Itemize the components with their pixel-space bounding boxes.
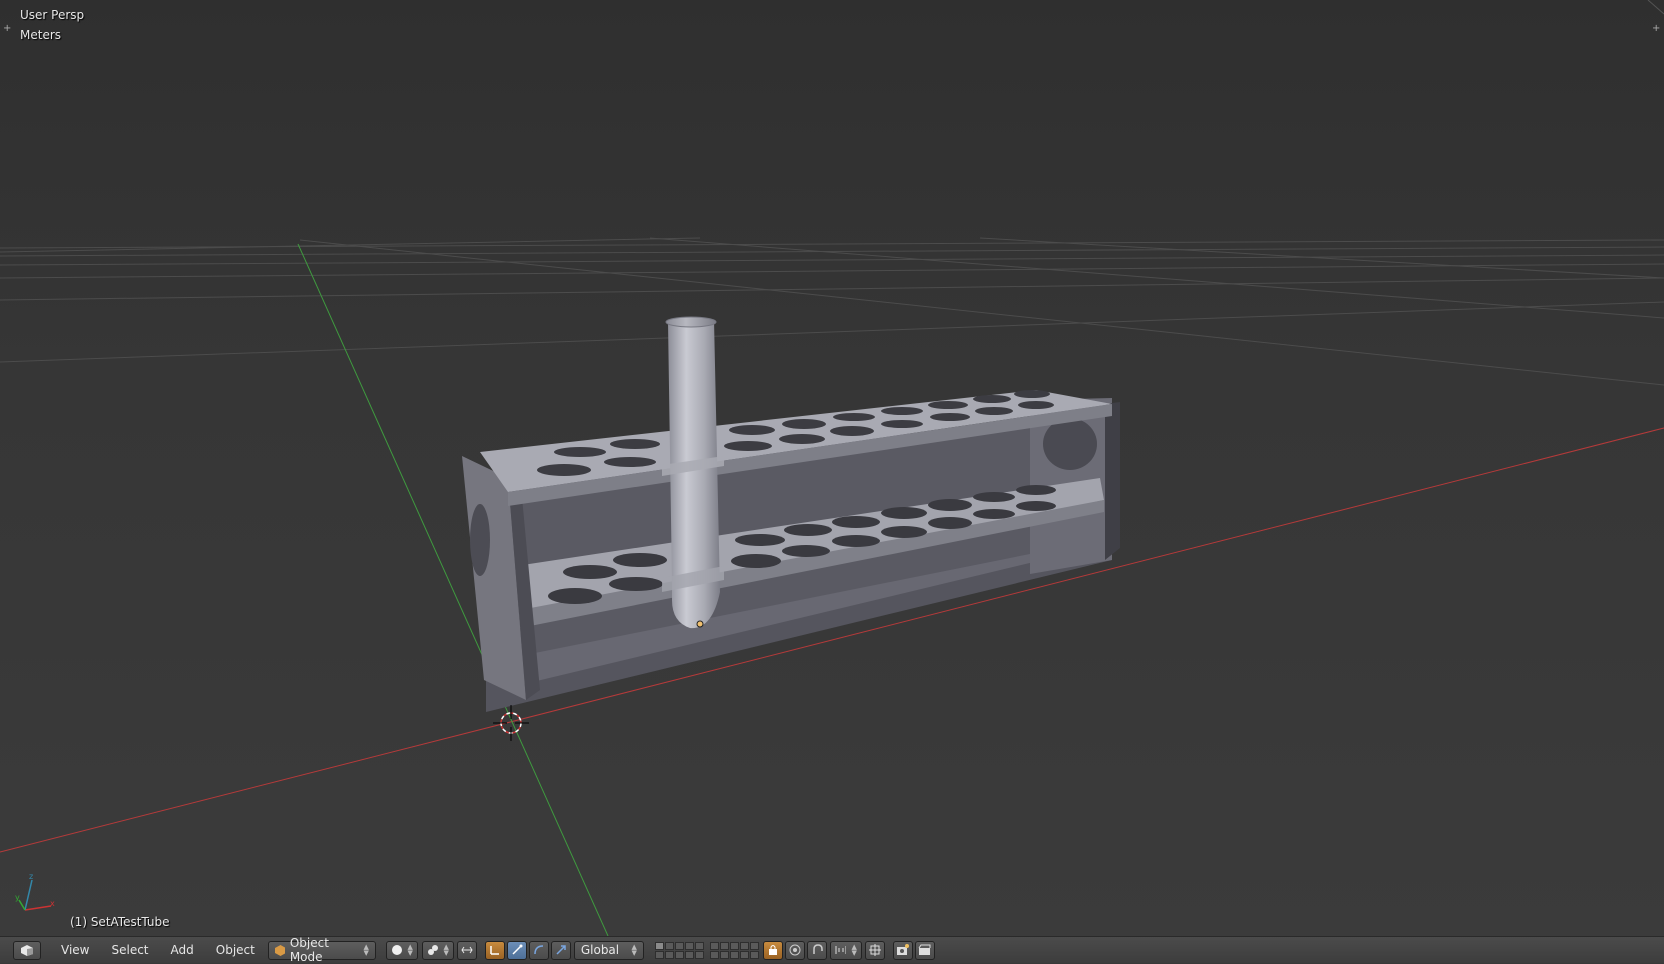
- menu-object[interactable]: Object: [205, 940, 266, 960]
- layer-6-button[interactable]: [709, 941, 719, 950]
- solid-shading-icon: [391, 945, 402, 955]
- menu-view[interactable]: View: [50, 940, 100, 960]
- layer-13-button[interactable]: [674, 950, 684, 959]
- svg-text:y: y: [15, 893, 20, 902]
- layer-8-button[interactable]: [729, 941, 739, 950]
- pivot-point-icon: [427, 945, 438, 955]
- layer-2-button[interactable]: [664, 941, 674, 950]
- arrow-manipulator-icon[interactable]: [550, 940, 571, 960]
- scale-manipulator-icon[interactable]: [528, 940, 549, 960]
- transform-orientation-dropdown[interactable]: Global ▲ ▼: [573, 940, 644, 960]
- snap-element-dropdown[interactable]: ▲ ▼: [829, 940, 862, 960]
- layer-buttons-2[interactable]: [709, 941, 759, 959]
- editor-type-icon[interactable]: [13, 940, 41, 960]
- menu-select[interactable]: Select: [100, 940, 159, 960]
- proportional-editing-icon[interactable]: [784, 940, 805, 960]
- axis-gizmo-icon: x z y: [15, 872, 55, 911]
- layer-15-button[interactable]: [694, 950, 704, 959]
- translate-manipulator-icon[interactable]: [484, 940, 505, 960]
- svg-text:z: z: [29, 872, 33, 881]
- layer-3-button[interactable]: [674, 941, 684, 950]
- layer-buttons[interactable]: [654, 941, 704, 959]
- area-split-right-icon[interactable]: +: [1652, 23, 1660, 34]
- layer-16-button[interactable]: [709, 950, 719, 959]
- layer-12-button[interactable]: [664, 950, 674, 959]
- test-tube[interactable]: [662, 316, 724, 629]
- layer-5-button[interactable]: [694, 941, 704, 950]
- menu-add[interactable]: Add: [160, 940, 205, 960]
- layer-20-button[interactable]: [749, 950, 759, 959]
- layer-10-button[interactable]: [749, 941, 759, 950]
- manipulator-toggle-icon[interactable]: [456, 940, 477, 960]
- opengl-animation-render-icon[interactable]: [914, 940, 935, 960]
- layer-1-button[interactable]: [654, 941, 664, 950]
- layer-19-button[interactable]: [739, 950, 749, 959]
- layer-11-button[interactable]: [654, 950, 664, 959]
- editor-type-button[interactable]: [10, 940, 44, 960]
- layer-14-button[interactable]: [684, 950, 694, 959]
- object-mode-icon: [274, 944, 285, 956]
- dropdown-arrows-icon: ▲ ▼: [363, 943, 369, 957]
- 3d-cursor-icon[interactable]: [493, 705, 529, 741]
- mode-dropdown[interactable]: Object Mode ▲ ▼: [267, 936, 376, 964]
- 3d-viewport[interactable]: + + x z y User Persp Meters (1) SetATest…: [0, 0, 1664, 936]
- viewport-shading-dropdown[interactable]: ▲ ▼: [385, 940, 418, 960]
- test-tube-rack[interactable]: [462, 390, 1120, 712]
- layer-9-button[interactable]: [739, 941, 749, 950]
- layer-4-button[interactable]: [684, 941, 694, 950]
- rotate-manipulator-icon[interactable]: [506, 940, 527, 960]
- scene-canvas[interactable]: + + x z y: [0, 0, 1664, 936]
- snap-target-icon[interactable]: [864, 940, 885, 960]
- layer-18-button[interactable]: [729, 950, 739, 959]
- orientation-label: Global: [580, 943, 620, 957]
- lock-layers-icon[interactable]: [762, 940, 783, 960]
- snap-increment-icon: [835, 946, 847, 954]
- svg-text:x: x: [50, 899, 55, 908]
- mode-label: Object Mode: [289, 936, 329, 964]
- opengl-render-icon[interactable]: [892, 940, 913, 960]
- pivot-point-dropdown[interactable]: ▲ ▼: [421, 940, 454, 960]
- view-name-label: User Persp: [20, 8, 85, 22]
- snap-toggle-icon[interactable]: [806, 940, 827, 960]
- units-label: Meters: [20, 28, 62, 42]
- 3d-view-header: View Select Add Object Object Mode ▲ ▼ ▲ ▼…: [0, 936, 1664, 964]
- area-split-left-icon[interactable]: +: [3, 23, 11, 34]
- floor-grid: [0, 237, 1664, 386]
- active-object-label: (1) SetATestTube: [70, 915, 170, 929]
- layer-7-button[interactable]: [719, 941, 729, 950]
- layer-17-button[interactable]: [719, 950, 729, 959]
